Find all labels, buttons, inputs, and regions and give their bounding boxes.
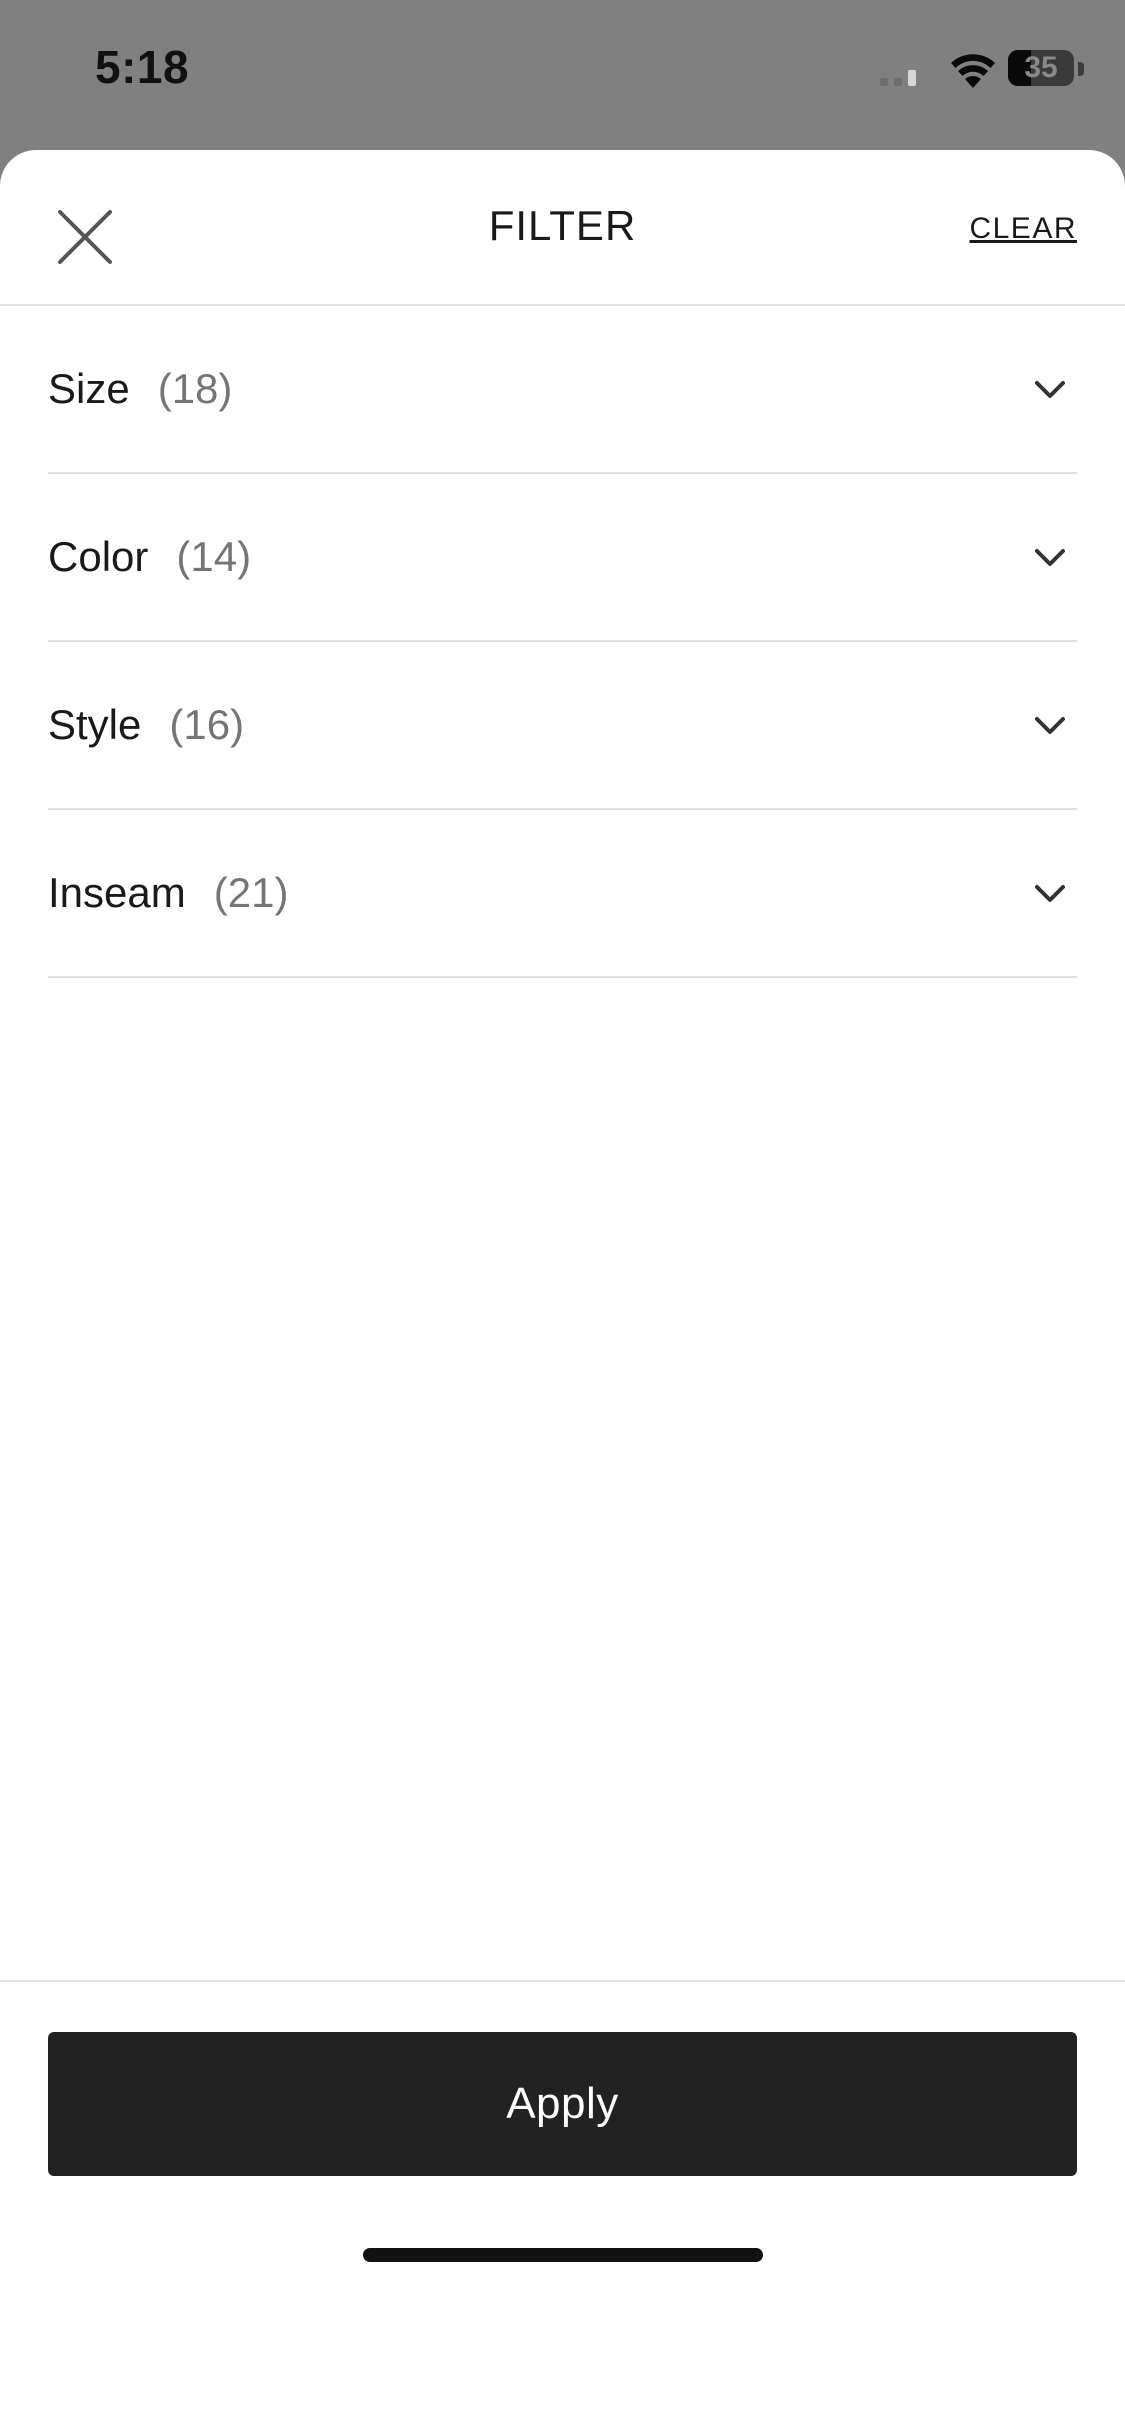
cellular-signal-icon	[880, 70, 916, 86]
battery-icon: 35	[1008, 50, 1088, 88]
filter-list: Size (18) Color (14) Style (16) Inseam (…	[48, 306, 1077, 978]
chevron-down-icon	[1035, 885, 1065, 902]
footer-divider	[0, 1980, 1125, 1982]
battery-cap	[1078, 62, 1084, 76]
status-bar: 5:18 35	[0, 0, 1125, 150]
chevron-down-icon	[1035, 717, 1065, 734]
close-icon	[58, 210, 112, 264]
filter-row-style[interactable]: Style (16)	[48, 642, 1077, 810]
filter-count: (14)	[176, 533, 252, 580]
page-title: FILTER	[488, 202, 637, 249]
battery-body: 35	[1008, 50, 1074, 86]
status-time: 5:18	[95, 41, 190, 93]
sheet-header: FILTER CLEAR	[0, 150, 1125, 306]
wifi-icon	[951, 54, 995, 88]
clear-button[interactable]: CLEAR	[969, 212, 1077, 246]
apply-button[interactable]: Apply	[48, 2032, 1077, 2176]
filter-row-size[interactable]: Size (18)	[48, 306, 1077, 474]
filter-count: (16)	[169, 701, 245, 748]
chevron-down-icon	[1035, 549, 1065, 566]
chevron-down-icon	[1035, 381, 1065, 398]
home-indicator[interactable]	[363, 2248, 763, 2262]
battery-level: 35	[1024, 51, 1058, 84]
filter-row-inseam[interactable]: Inseam (21)	[48, 810, 1077, 978]
filter-name: Style	[48, 701, 142, 748]
filter-count: (21)	[213, 869, 289, 916]
filter-name: Size	[48, 365, 130, 412]
filter-count: (18)	[157, 365, 233, 412]
filter-name: Color	[48, 533, 149, 580]
filter-name: Inseam	[48, 869, 186, 916]
filter-row-color[interactable]: Color (14)	[48, 474, 1077, 642]
close-button[interactable]	[44, 196, 126, 278]
